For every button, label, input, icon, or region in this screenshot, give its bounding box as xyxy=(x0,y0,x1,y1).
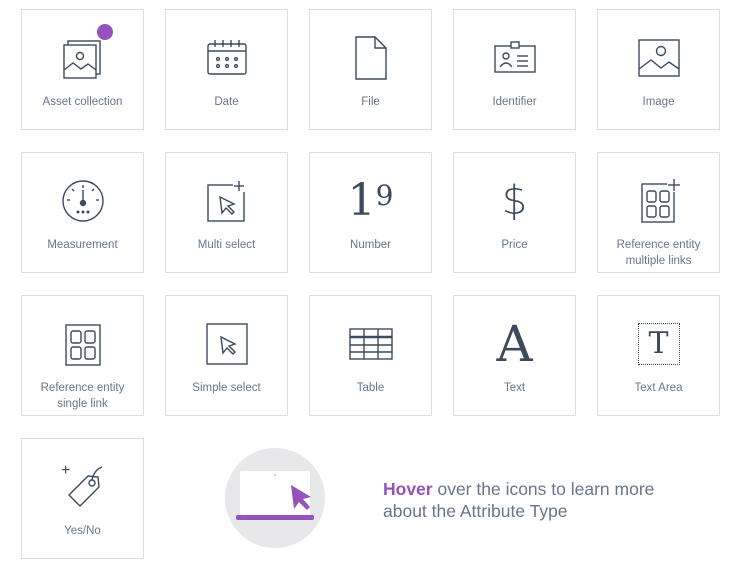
tile-label: Multi select xyxy=(197,239,256,251)
tile-label: Asset collection xyxy=(42,96,123,108)
reference-multiple-icon xyxy=(598,175,719,227)
number-icon: 1 9 xyxy=(310,175,431,227)
laptop-cursor-icon xyxy=(223,447,327,549)
text-a-glyph: A xyxy=(496,315,533,373)
tile-text[interactable]: A Text xyxy=(453,295,576,416)
tile-file[interactable]: File xyxy=(309,9,432,130)
tile-label: File xyxy=(361,96,380,108)
tile-text-area[interactable]: T Text Area xyxy=(597,295,720,416)
tile-label: Measurement xyxy=(47,239,118,251)
tile-label: Table xyxy=(356,382,385,394)
number-icon-small-glyph: 9 xyxy=(375,179,394,212)
hint-emphasis: Hover xyxy=(383,479,433,499)
number-icon-big-glyph: 1 xyxy=(347,175,376,226)
tile-label: Date xyxy=(214,96,239,108)
hint-message: Hover over the icons to learn more about… xyxy=(383,478,683,522)
cursor-box-icon xyxy=(166,318,287,370)
reference-single-icon xyxy=(22,318,143,370)
table-icon xyxy=(310,318,431,370)
text-a-icon: A xyxy=(454,318,575,370)
text-area-glyph: T xyxy=(648,326,669,361)
tile-label: Text xyxy=(503,382,526,394)
dollar-glyph: $ xyxy=(501,178,528,224)
tile-number[interactable]: 1 9 Number xyxy=(309,152,432,273)
tile-reference-entity-multiple[interactable]: Reference entity multiple links xyxy=(597,152,720,273)
tile-measurement[interactable]: Measurement xyxy=(21,152,144,273)
tile-label: Price xyxy=(501,239,528,251)
tile-image[interactable]: Image xyxy=(597,9,720,130)
tile-asset-collection[interactable]: Asset collection xyxy=(21,9,144,130)
tile-reference-entity-single[interactable]: Reference entity single link xyxy=(21,295,144,416)
tile-date[interactable]: Date xyxy=(165,9,288,130)
tile-label: Text Area xyxy=(634,382,683,394)
image-icon xyxy=(598,32,719,84)
tile-simple-select[interactable]: Simple select xyxy=(165,295,288,416)
tile-yes-no[interactable]: + Yes/No xyxy=(21,438,144,559)
tile-table[interactable]: Table xyxy=(309,295,432,416)
tile-label: Yes/No xyxy=(64,525,101,537)
id-card-icon xyxy=(454,32,575,84)
text-area-icon: T xyxy=(598,318,719,370)
tile-identifier[interactable]: Identifier xyxy=(453,9,576,130)
tile-label: Identifier xyxy=(492,96,537,108)
tile-label: Simple select xyxy=(192,382,261,394)
tag-icon: + xyxy=(22,461,143,513)
asset-collection-icon xyxy=(22,32,143,84)
tile-price[interactable]: $ Price xyxy=(453,152,576,273)
tile-multi-select[interactable]: Multi select xyxy=(165,152,288,273)
tile-label: Number xyxy=(350,239,391,251)
gauge-icon xyxy=(22,175,143,227)
multi-select-icon xyxy=(166,175,287,227)
tile-label: Reference entity single link xyxy=(40,382,125,410)
dollar-icon: $ xyxy=(454,175,575,227)
calendar-icon xyxy=(166,32,287,84)
tile-label: Image xyxy=(642,96,675,108)
file-icon xyxy=(310,32,431,84)
tag-plus-glyph: + xyxy=(61,462,71,479)
tile-label: Reference entity multiple links xyxy=(616,239,701,267)
